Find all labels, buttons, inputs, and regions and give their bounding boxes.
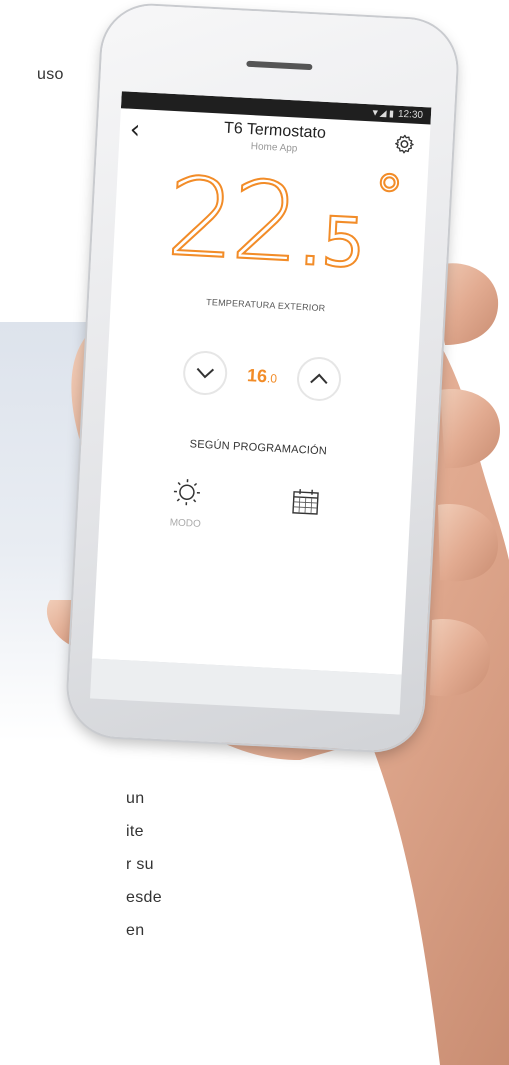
signal-battery-icons: ▼◢ ▮ xyxy=(370,107,395,119)
chevron-up-icon xyxy=(310,373,328,385)
setpoint-number: 16 xyxy=(246,364,268,386)
setpoint-value: 16.0 xyxy=(237,364,288,388)
chevron-down-icon xyxy=(196,367,215,379)
mode-label: MODO xyxy=(169,517,202,530)
status-time: 12:30 xyxy=(397,108,424,122)
degree-symbol: ° xyxy=(372,163,405,231)
thermostat-app-screen: ▼◢ ▮ 12:30 ‹ T6 Termostato Home App 22 .… xyxy=(92,91,432,675)
sun-mode-icon[interactable] xyxy=(172,477,201,506)
temperature-integer: 22 xyxy=(163,154,301,288)
phone-device: ▼◢ ▮ 12:30 ‹ T6 Termostato Home App 22 .… xyxy=(66,3,459,753)
setpoint-decimal: .0 xyxy=(266,370,278,386)
temperature-decimal: .5 xyxy=(297,201,368,285)
current-temperature: 22 .5 ° xyxy=(112,154,428,302)
bottom-controls: MODO xyxy=(97,474,412,590)
gear-icon[interactable] xyxy=(393,133,416,156)
setpoint-control: 16.0 xyxy=(106,346,418,406)
calendar-icon[interactable] xyxy=(292,488,319,515)
increase-temperature-button[interactable] xyxy=(295,355,343,403)
decrease-temperature-button[interactable] xyxy=(182,349,229,397)
phone-speaker xyxy=(246,60,313,71)
schedule-status-label: SEGÚN PROGRAMACIÓN xyxy=(189,438,328,458)
